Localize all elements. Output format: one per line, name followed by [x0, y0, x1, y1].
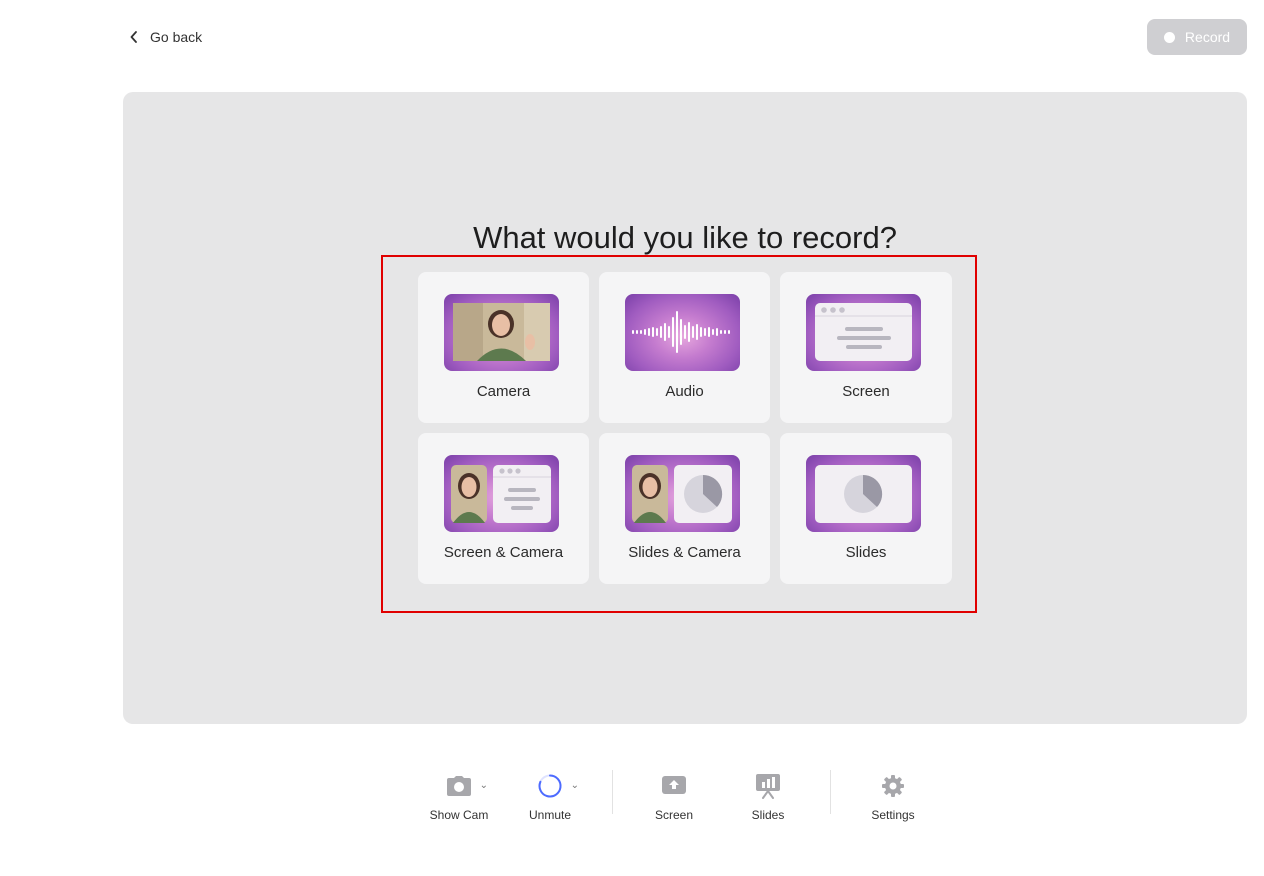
record-button[interactable]: Record [1147, 19, 1247, 55]
option-label: Audio [665, 383, 704, 400]
show-cam-label: Show Cam [429, 808, 489, 822]
option-audio[interactable]: Audio [599, 272, 770, 423]
option-label: Slides [845, 544, 887, 561]
show-cam-button[interactable]: ⌄ Show Cam [429, 770, 489, 822]
settings-label: Settings [871, 808, 915, 822]
option-label: Camera [476, 383, 531, 400]
chevron-down-icon[interactable]: ⌄ [571, 780, 579, 791]
option-camera[interactable]: Camera [418, 272, 589, 423]
unmute-button[interactable]: ⌄ Unmute [522, 770, 579, 822]
option-label: Slides & Camera [628, 544, 741, 561]
toolbar-divider [830, 770, 831, 814]
option-screen-camera[interactable]: Screen & Camera [418, 433, 589, 584]
go-back-button[interactable]: Go back [128, 27, 202, 47]
record-label: Record [1184, 29, 1231, 45]
option-slides[interactable]: Slides [780, 433, 952, 584]
camera-preview-icon [444, 294, 559, 371]
settings-button[interactable]: Settings [866, 770, 920, 822]
screen-label: Screen [654, 808, 694, 822]
option-label: Screen & Camera [443, 544, 564, 561]
presentation-icon [755, 770, 781, 802]
slides-label: Slides [751, 808, 785, 822]
chevron-down-icon[interactable]: ⌄ [480, 780, 488, 791]
screen-share-button[interactable]: Screen [648, 770, 700, 822]
pie-chart-slide-icon [806, 455, 921, 532]
bottom-toolbar: ⌄ Show Cam ⌄ Unmute Screen Slides Settin… [0, 770, 1264, 830]
record-options-grid: Camera Audio Screen Screen & Camera Slid… [418, 272, 952, 584]
window-icon [806, 294, 921, 371]
gear-icon [881, 770, 905, 802]
record-dot-icon [1163, 31, 1175, 43]
camera-icon: ⌄ [446, 770, 488, 802]
toolbar-divider [612, 770, 613, 814]
go-back-label: Go back [150, 29, 203, 45]
page-title: What would you like to record? [473, 220, 897, 255]
screen-camera-icon [444, 455, 559, 532]
recording-stage: What would you like to record? Camera Au… [123, 92, 1247, 724]
waveform-icon [625, 294, 740, 371]
option-label: Screen [842, 383, 890, 400]
unmute-label: Unmute [528, 808, 572, 822]
slides-camera-icon [625, 455, 740, 532]
loading-spinner-icon: ⌄ [537, 770, 579, 802]
option-screen[interactable]: Screen [780, 272, 952, 423]
chevron-left-icon [128, 31, 140, 43]
option-slides-camera[interactable]: Slides & Camera [599, 433, 770, 584]
screen-share-icon [661, 770, 687, 802]
slides-button[interactable]: Slides [745, 770, 791, 822]
